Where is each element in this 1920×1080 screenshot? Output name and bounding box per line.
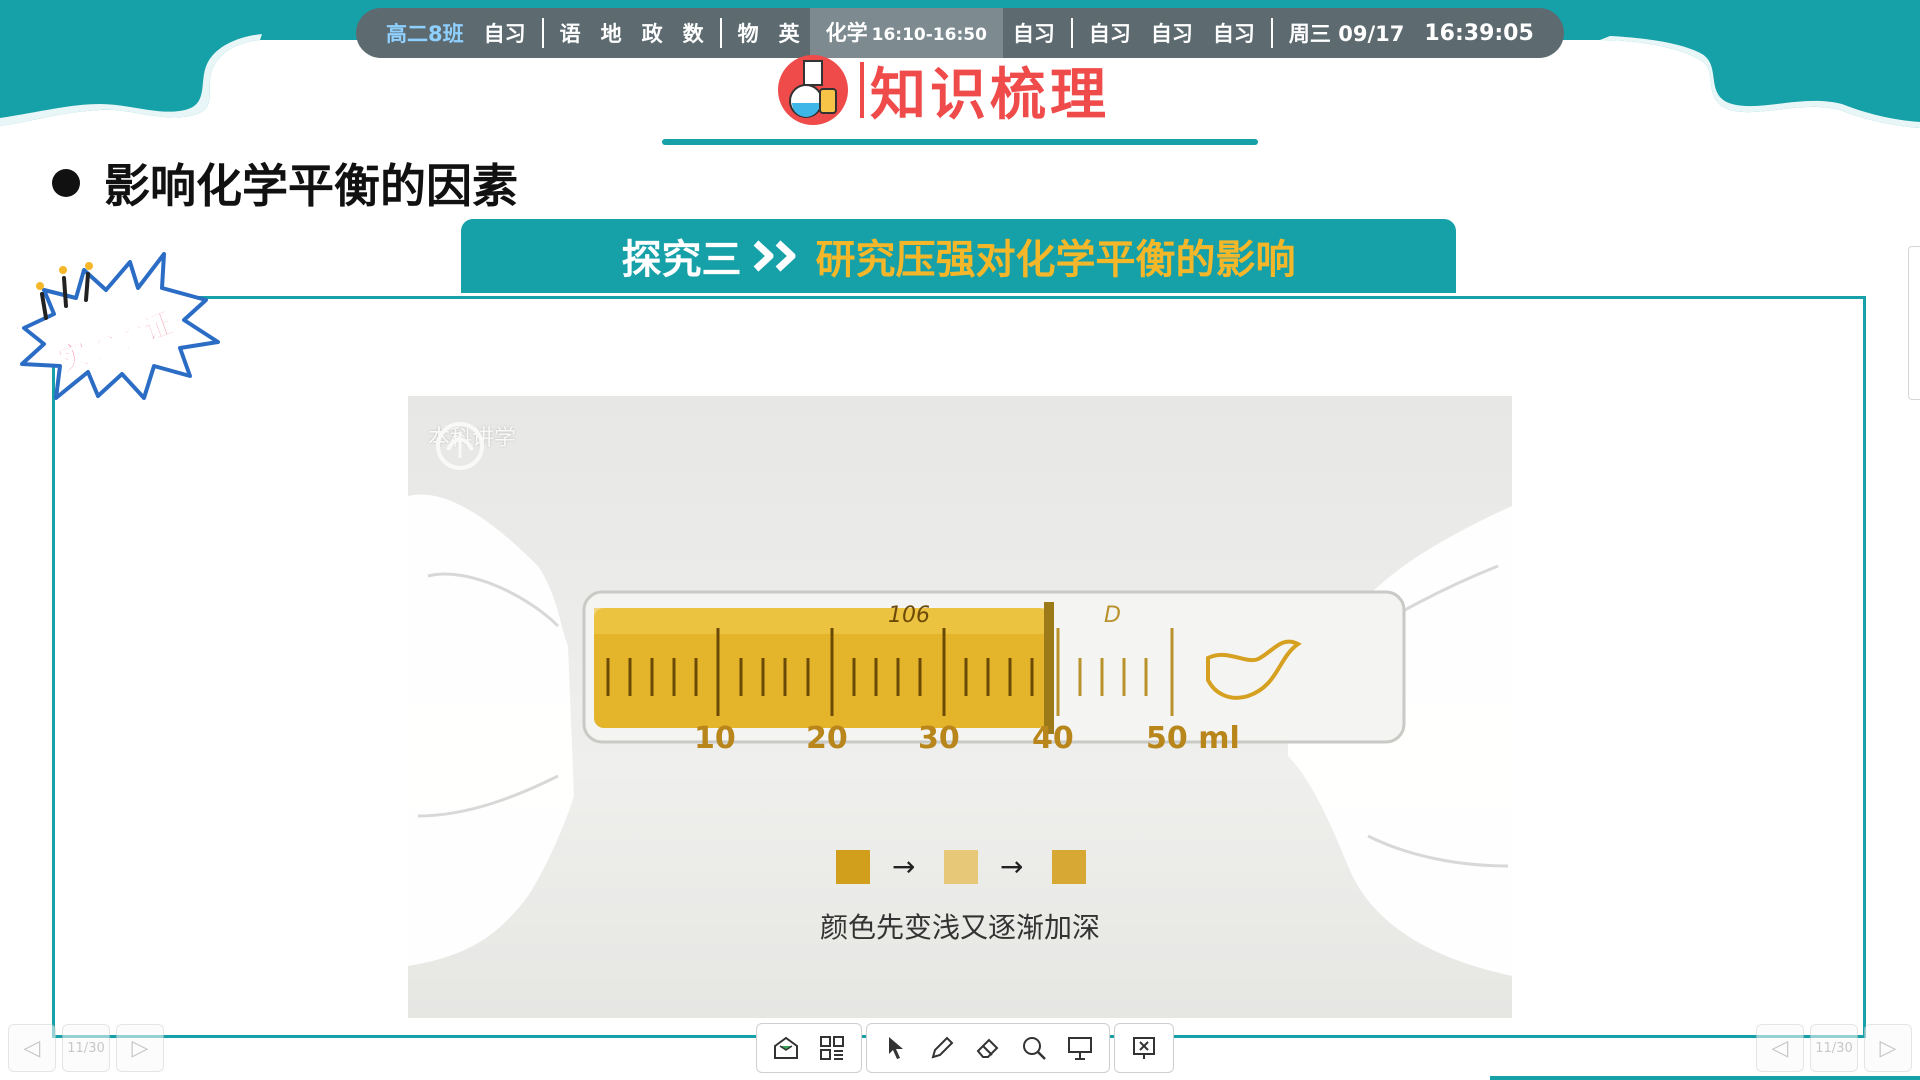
scale-label: 10 <box>694 721 736 756</box>
video-watermark: 本科讲学 <box>428 420 516 470</box>
video-caption: 颜色先变浅又逐渐加深 <box>819 911 1100 944</box>
schedule-slot: 物 <box>737 22 759 46</box>
slide-title: 知识梳理 <box>776 50 1110 130</box>
inbox-icon[interactable] <box>763 1025 809 1071</box>
current-subject: 化学 <box>825 21 868 45</box>
pen-icon[interactable] <box>919 1025 965 1071</box>
schedule-slot: 自习 <box>1012 22 1055 46</box>
weekday-date: 周三 09/17 <box>1288 22 1405 46</box>
color-swatch <box>944 850 978 884</box>
arrow-icon: → <box>892 850 915 883</box>
watermark-logo-icon <box>436 422 484 470</box>
schedule-slot: 自习 <box>1150 22 1193 46</box>
schedule-slot: 自习 <box>483 22 526 46</box>
bullet-icon <box>52 169 80 197</box>
whiteboard-icon[interactable] <box>1057 1025 1103 1071</box>
eraser-icon[interactable] <box>965 1025 1011 1071</box>
toolbar-group-apps <box>756 1023 862 1073</box>
title-divider <box>860 62 864 118</box>
title-underline <box>662 139 1258 145</box>
experiment-badge: 实验验证 <box>14 248 222 408</box>
flask-icon <box>778 55 848 125</box>
syringe-letter: D <box>1104 603 1121 628</box>
heading-text: 影响化学平衡的因素 <box>104 159 518 213</box>
schedule-slot: 语 <box>559 22 581 46</box>
search-icon[interactable] <box>1011 1025 1057 1071</box>
scale-label: 20 <box>806 721 848 756</box>
syringe-brand: 106 <box>888 603 930 628</box>
prev-slide-button[interactable]: ◁ <box>8 1024 56 1072</box>
page-indicator[interactable]: 11/30 <box>62 1024 110 1072</box>
next-slide-button[interactable]: ▷ <box>1864 1024 1912 1072</box>
section-heading: 影响化学平衡的因素 <box>52 150 518 216</box>
page-indicator[interactable]: 11/30 <box>1810 1024 1858 1072</box>
scale-label: 40 <box>1032 721 1074 756</box>
double-chevron-icon <box>753 240 795 272</box>
schedule-slot: 政 <box>641 22 663 46</box>
schedule-divider <box>719 18 722 48</box>
toolbar-group-exit <box>1114 1023 1174 1073</box>
grid-icon[interactable] <box>809 1025 855 1071</box>
pager-right: ◁ 11/30 ▷ <box>1756 1024 1912 1072</box>
schedule-slot: 自习 <box>1212 22 1255 46</box>
scale-label: 50 ml <box>1146 721 1240 756</box>
side-drawer-handle[interactable] <box>1908 246 1920 400</box>
next-slide-button[interactable]: ▷ <box>116 1024 164 1072</box>
cursor-icon[interactable] <box>873 1025 919 1071</box>
exit-icon[interactable] <box>1121 1025 1167 1071</box>
bottom-toolbar <box>756 1023 1174 1073</box>
explore-banner: 探究三 研究压强对化学平衡的影响 <box>461 219 1456 293</box>
title-text: 知识梳理 <box>870 62 1110 128</box>
schedule-slot: 英 <box>778 22 800 46</box>
schedule-slot: 地 <box>600 22 622 46</box>
bottom-accent-line <box>1490 1076 1920 1080</box>
schedule-slot: 自习 <box>1088 22 1131 46</box>
color-swatch <box>836 850 870 884</box>
schedule-divider <box>1270 18 1273 48</box>
pager-left: ◁ 11/30 ▷ <box>8 1024 164 1072</box>
clock: 16:39:05 <box>1424 20 1534 46</box>
prev-slide-button[interactable]: ◁ <box>1756 1024 1804 1072</box>
explore-label: 探究三 <box>621 237 742 283</box>
scale-label: 30 <box>918 721 960 756</box>
schedule-slot: 数 <box>682 22 704 46</box>
toolbar-group-draw <box>866 1023 1110 1073</box>
color-swatch <box>1052 850 1086 884</box>
current-time: 16:10-16:50 <box>871 25 987 45</box>
explore-topic: 研究压强对化学平衡的影响 <box>815 237 1296 283</box>
schedule-divider <box>541 18 544 48</box>
schedule-divider <box>1070 18 1073 48</box>
experiment-video[interactable]: 106 D 10 20 30 40 50 ml → → 本科讲学 颜色先变浅又逐… <box>408 396 1512 1018</box>
arrow-icon: → <box>1000 850 1023 883</box>
class-name[interactable]: 高二8班 <box>376 18 474 48</box>
